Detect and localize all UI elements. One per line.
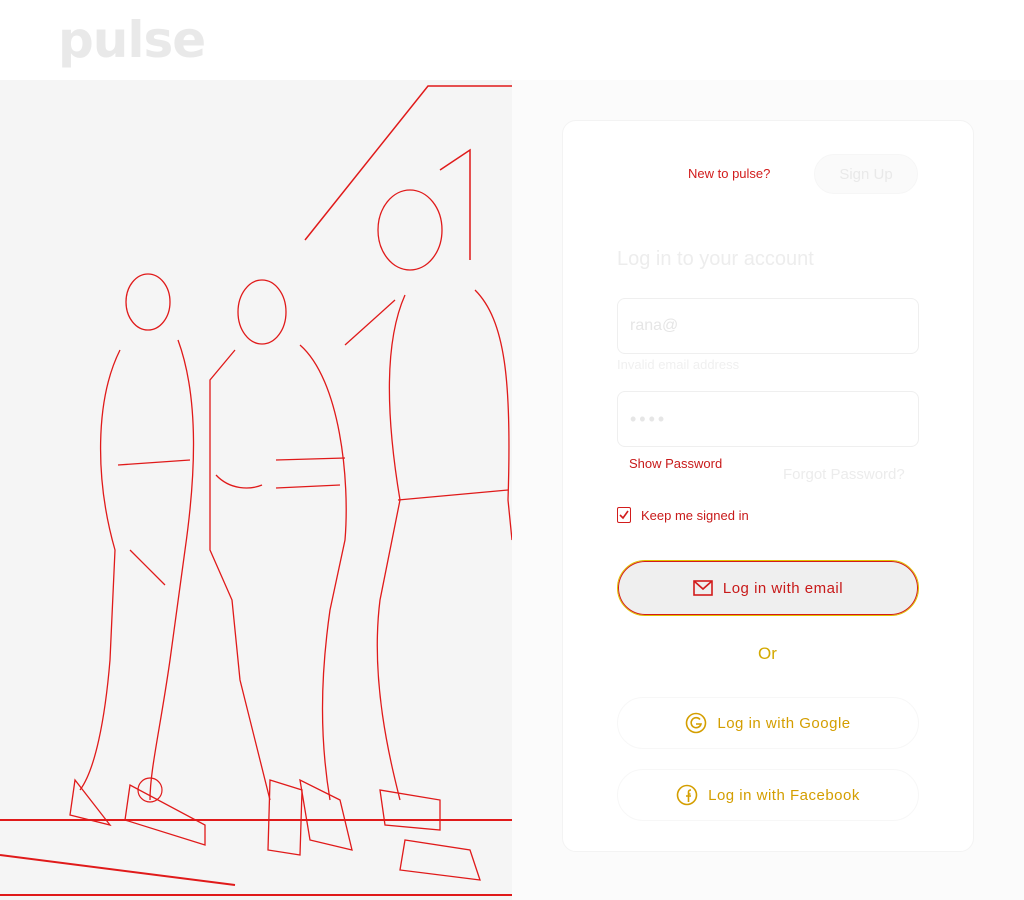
show-password-link[interactable]: Show Password [629, 456, 722, 471]
google-icon [686, 712, 707, 734]
login-with-facebook-button[interactable]: Log in with Facebook [617, 769, 919, 821]
keep-signed-in-checkbox[interactable] [617, 507, 631, 523]
new-user-text: New to pulse? [688, 166, 771, 181]
signup-button[interactable]: Sign Up [814, 154, 918, 194]
email-field[interactable] [617, 298, 919, 354]
header: pulse [0, 0, 1024, 80]
hero-photo [0, 80, 512, 900]
page-title: Log in to your account [617, 248, 814, 270]
keep-signed-in-label: Keep me signed in [641, 507, 749, 523]
login-with-google-button[interactable]: Log in with Google [617, 697, 919, 749]
envelope-icon [693, 580, 713, 596]
email-error-text: Invalid email address [617, 357, 740, 372]
forgot-password-link[interactable]: Forgot Password? [783, 466, 905, 483]
password-field[interactable] [617, 391, 919, 447]
or-divider: Or [758, 644, 777, 663]
facebook-icon [676, 784, 698, 806]
keep-signed-in-row[interactable]: Keep me signed in [617, 505, 749, 525]
pulse-logo[interactable]: pulse [58, 8, 206, 72]
login-with-email-button[interactable]: Log in with email [617, 560, 919, 616]
login-with-email-label: Log in with email [722, 579, 844, 597]
login-with-facebook-label: Log in with Facebook [708, 786, 860, 804]
check-icon [619, 510, 629, 520]
login-with-google-label: Log in with Google [717, 714, 851, 732]
